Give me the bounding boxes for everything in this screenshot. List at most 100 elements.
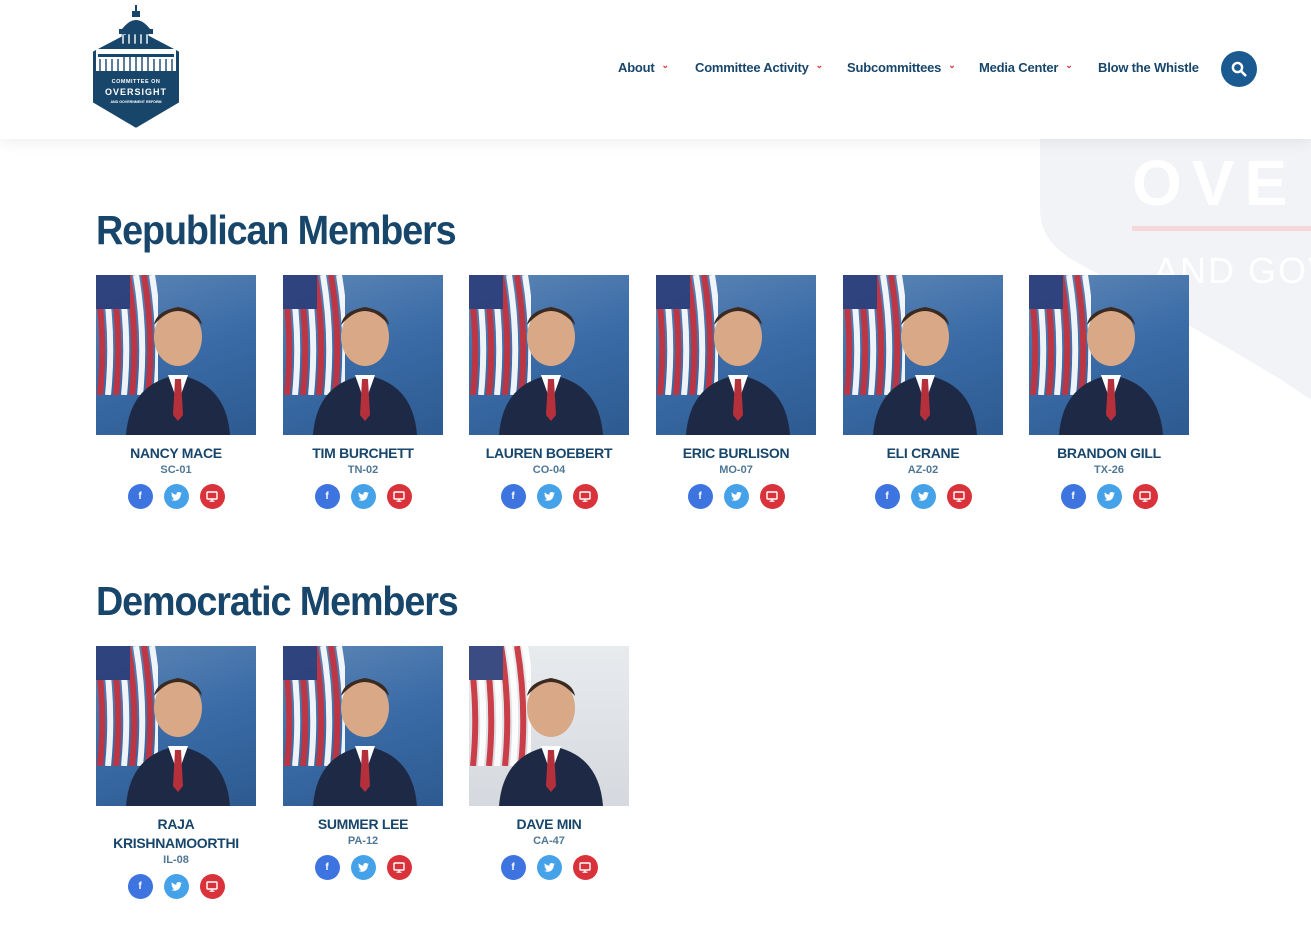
facebook-link[interactable]: f [127,484,153,509]
portrait-silhouette [126,678,230,806]
nav-item-about[interactable]: About ⌄ [618,60,669,75]
chevron-down-icon: ⌄ [815,60,824,70]
site-header: COMMITTEE ON OVERSIGHT AND GOVERNMENT RE… [0,0,1311,139]
twitter-link[interactable] [350,484,376,509]
twitter-icon [543,863,555,872]
facebook-link[interactable]: f [500,855,526,880]
member-district: MO-07 [719,464,753,476]
member-name[interactable]: NANCY MACE [96,444,256,463]
portrait-silhouette [313,678,417,806]
facebook-icon: f [511,490,515,502]
watermark-text-1: OVE [1132,147,1297,219]
member-district: AZ-02 [907,464,939,476]
member-social-links: f [96,484,256,509]
member-district: IL-08 [163,854,189,866]
facebook-icon: f [325,861,329,873]
member-photo[interactable] [469,275,629,435]
facebook-link[interactable]: f [874,484,900,509]
member-name[interactable]: SUMMER LEE [283,815,443,834]
member-name[interactable]: RAJA KRISHNAMOORTHI [96,815,256,853]
nav-item-subcommittees[interactable]: Subcommittees ⌄ [847,60,956,75]
member-card: BRANDON GILL TX-26 f [1029,275,1189,509]
twitter-link[interactable] [536,484,562,509]
member-name[interactable]: ELI CRANE [843,444,1003,463]
nav-label: Committee Activity [695,60,809,75]
website-link[interactable] [572,484,598,509]
nav-label: About [618,60,655,75]
twitter-icon [917,492,929,501]
facebook-link[interactable]: f [687,484,713,509]
website-link[interactable] [759,484,785,509]
facebook-link[interactable]: f [127,874,153,899]
twitter-link[interactable] [536,855,562,880]
facebook-link[interactable]: f [500,484,526,509]
twitter-link[interactable] [723,484,749,509]
facebook-link[interactable]: f [314,484,340,509]
member-card: ERIC BURLISON MO-07 f [656,275,816,509]
monitor-icon [206,881,218,892]
member-photo[interactable] [843,275,1003,435]
member-photo[interactable] [469,646,629,806]
website-link[interactable] [946,484,972,509]
member-name[interactable]: LAUREN BOEBERT [469,444,629,463]
twitter-link[interactable] [163,874,189,899]
member-social-links: f [469,484,629,509]
facebook-icon: f [1071,490,1075,502]
facebook-icon: f [138,880,142,892]
republican-members-heading: Republican Members [96,207,457,253]
member-card: SUMMER LEE PA-12 f [283,646,443,880]
monitor-icon [1139,491,1151,502]
search-button[interactable] [1221,51,1257,87]
member-photo[interactable] [96,275,256,435]
committee-logo[interactable]: COMMITTEE ON OVERSIGHT AND GOVERNMENT RE… [86,5,186,131]
member-name[interactable]: DAVE MIN [469,815,629,834]
website-link[interactable] [199,484,225,509]
member-card: LAUREN BOEBERT CO-04 f [469,275,629,509]
twitter-link[interactable] [1096,484,1122,509]
nav-label: Media Center [979,60,1059,75]
website-link[interactable] [1132,484,1158,509]
twitter-link[interactable] [163,484,189,509]
member-card: ELI CRANE AZ-02 f [843,275,1003,509]
twitter-icon [357,863,369,872]
member-district: TX-26 [1094,464,1124,476]
member-photo[interactable] [283,646,443,806]
facebook-link[interactable]: f [314,855,340,880]
website-link[interactable] [386,855,412,880]
portrait-silhouette [126,307,230,435]
member-photo[interactable] [96,646,256,806]
member-name[interactable]: ERIC BURLISON [656,444,816,463]
member-photo[interactable] [656,275,816,435]
nav-item-blow-the-whistle[interactable]: Blow the Whistle [1098,60,1199,75]
twitter-icon [543,492,555,501]
capitol-dome-icon [91,5,181,131]
logo-line-2: OVERSIGHT [104,87,167,97]
twitter-link[interactable] [350,855,376,880]
monitor-icon [393,491,405,502]
monitor-icon [766,491,778,502]
member-photo[interactable] [283,275,443,435]
monitor-icon [206,491,218,502]
member-district: TN-02 [347,464,379,476]
portrait-silhouette [499,307,603,435]
monitor-icon [579,491,591,502]
website-link[interactable] [572,855,598,880]
website-link[interactable] [199,874,225,899]
search-icon [1231,61,1247,77]
monitor-icon [393,862,405,873]
member-name[interactable]: TIM BURCHETT [283,444,443,463]
facebook-link[interactable]: f [1060,484,1086,509]
twitter-icon [170,882,182,891]
nav-label: Subcommittees [847,60,942,75]
member-name[interactable]: BRANDON GILL [1029,444,1189,463]
twitter-link[interactable] [910,484,936,509]
nav-item-committee-activity[interactable]: Committee Activity ⌄ [695,60,823,75]
member-photo[interactable] [1029,275,1189,435]
member-card: TIM BURCHETT TN-02 f [283,275,443,509]
facebook-icon: f [138,490,142,502]
nav-label: Blow the Whistle [1098,60,1199,75]
portrait-silhouette [1059,307,1163,435]
nav-item-media-center[interactable]: Media Center ⌄ [979,60,1073,75]
facebook-icon: f [325,490,329,502]
website-link[interactable] [386,484,412,509]
